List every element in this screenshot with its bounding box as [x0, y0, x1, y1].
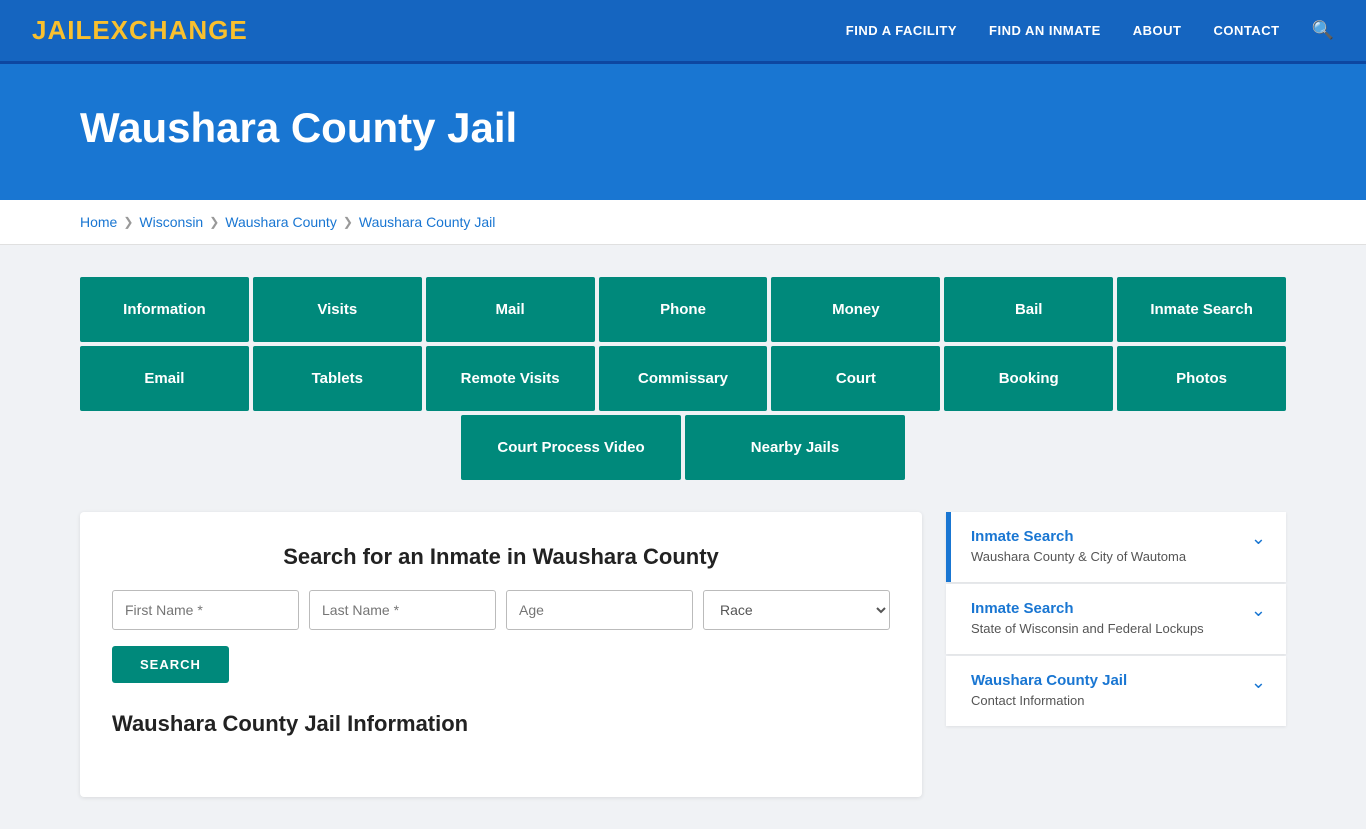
- btn-remote-visits[interactable]: Remote Visits: [426, 346, 595, 411]
- btn-information[interactable]: Information: [80, 277, 249, 342]
- btn-phone[interactable]: Phone: [599, 277, 768, 342]
- sidebar-item-text-0: Inmate Search Waushara County & City of …: [971, 528, 1186, 566]
- nav-find-facility[interactable]: FIND A FACILITY: [846, 23, 957, 38]
- main-section: Search for an Inmate in Waushara County …: [80, 512, 1286, 797]
- search-icon[interactable]: 🔍: [1312, 20, 1334, 41]
- btn-nearby-jails[interactable]: Nearby Jails: [685, 415, 905, 480]
- site-logo[interactable]: JAILEXCHANGE: [32, 15, 248, 46]
- grid-row-2: Email Tablets Remote Visits Commissary C…: [80, 346, 1286, 411]
- logo-jail: JAIL: [32, 15, 92, 45]
- info-title: Waushara County Jail Information: [112, 711, 890, 737]
- chevron-icon: ❯: [343, 215, 353, 229]
- btn-bail[interactable]: Bail: [944, 277, 1113, 342]
- btn-visits[interactable]: Visits: [253, 277, 422, 342]
- breadcrumb: Home ❯ Wisconsin ❯ Waushara County ❯ Wau…: [0, 200, 1366, 245]
- btn-court[interactable]: Court: [771, 346, 940, 411]
- hero-section: Waushara County Jail: [0, 64, 1366, 200]
- nav-find-inmate[interactable]: FIND AN INMATE: [989, 23, 1101, 38]
- first-name-input[interactable]: [112, 590, 299, 630]
- nav-links: FIND A FACILITY FIND AN INMATE ABOUT CON…: [846, 20, 1334, 41]
- sidebar-item-2[interactable]: Waushara County Jail Contact Information…: [946, 656, 1286, 726]
- grid-row-3: Court Process Video Nearby Jails: [80, 415, 1286, 480]
- btn-court-process-video[interactable]: Court Process Video: [461, 415, 681, 480]
- btn-photos[interactable]: Photos: [1117, 346, 1286, 411]
- chevron-down-icon: ⌄: [1251, 528, 1266, 549]
- page-title: Waushara County Jail: [80, 104, 1286, 152]
- sidebar-item-subtitle-1: State of Wisconsin and Federal Lockups: [971, 621, 1204, 636]
- navbar: JAILEXCHANGE FIND A FACILITY FIND AN INM…: [0, 0, 1366, 64]
- sidebar-item-subtitle-2: Contact Information: [971, 693, 1084, 708]
- btn-email[interactable]: Email: [80, 346, 249, 411]
- sidebar-item-text-2: Waushara County Jail Contact Information: [971, 672, 1127, 710]
- btn-booking[interactable]: Booking: [944, 346, 1113, 411]
- breadcrumb-county[interactable]: Waushara County: [225, 214, 337, 230]
- sidebar-item-subtitle-0: Waushara County & City of Wautoma: [971, 549, 1186, 564]
- btn-tablets[interactable]: Tablets: [253, 346, 422, 411]
- breadcrumb-jail[interactable]: Waushara County Jail: [359, 214, 495, 230]
- category-grid: Information Visits Mail Phone Money Bail…: [80, 277, 1286, 480]
- search-title: Search for an Inmate in Waushara County: [112, 544, 890, 570]
- sidebar-item-title-2: Waushara County Jail: [971, 672, 1127, 689]
- logo-exchange: EXCHANGE: [92, 15, 247, 45]
- race-select[interactable]: Race White Black Hispanic Asian Other: [703, 590, 890, 630]
- sidebar: Inmate Search Waushara County & City of …: [946, 512, 1286, 726]
- breadcrumb-wisconsin[interactable]: Wisconsin: [139, 214, 203, 230]
- sidebar-item-1[interactable]: Inmate Search State of Wisconsin and Fed…: [946, 584, 1286, 654]
- grid-row-1: Information Visits Mail Phone Money Bail…: [80, 277, 1286, 342]
- chevron-down-icon: ⌄: [1251, 672, 1266, 693]
- btn-money[interactable]: Money: [771, 277, 940, 342]
- search-card: Search for an Inmate in Waushara County …: [80, 512, 922, 797]
- btn-mail[interactable]: Mail: [426, 277, 595, 342]
- search-inputs: Race White Black Hispanic Asian Other: [112, 590, 890, 630]
- nav-contact[interactable]: CONTACT: [1213, 23, 1279, 38]
- chevron-down-icon: ⌄: [1251, 600, 1266, 621]
- btn-inmate-search[interactable]: Inmate Search: [1117, 277, 1286, 342]
- sidebar-item-0[interactable]: Inmate Search Waushara County & City of …: [946, 512, 1286, 582]
- sidebar-item-text-1: Inmate Search State of Wisconsin and Fed…: [971, 600, 1204, 638]
- sidebar-item-title-0: Inmate Search: [971, 528, 1186, 545]
- chevron-icon: ❯: [123, 215, 133, 229]
- sidebar-item-title-1: Inmate Search: [971, 600, 1204, 617]
- chevron-icon: ❯: [209, 215, 219, 229]
- last-name-input[interactable]: [309, 590, 496, 630]
- breadcrumb-home[interactable]: Home: [80, 214, 117, 230]
- nav-about[interactable]: ABOUT: [1133, 23, 1182, 38]
- main-content: Information Visits Mail Phone Money Bail…: [0, 245, 1366, 829]
- age-input[interactable]: [506, 590, 693, 630]
- search-button[interactable]: SEARCH: [112, 646, 229, 683]
- btn-commissary[interactable]: Commissary: [599, 346, 768, 411]
